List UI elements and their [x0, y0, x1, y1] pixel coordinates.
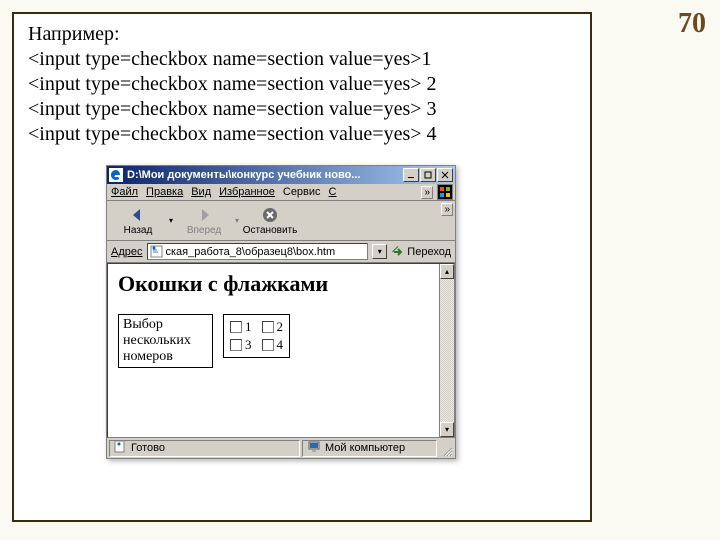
windows-flag-icon [437, 184, 453, 200]
checkbox-icon [262, 321, 274, 333]
window-title: D:\Мои документы\конкурс учебник ново... [127, 169, 403, 181]
code-line-1: <input type=checkbox name=section value=… [28, 47, 576, 72]
code-line-3: <input type=checkbox name=section value=… [28, 97, 576, 122]
menu-help[interactable]: С [329, 186, 337, 198]
checkbox-icon [230, 321, 242, 333]
scroll-down-button[interactable]: ▾ [440, 422, 454, 437]
code-line-2: <input type=checkbox name=section value=… [28, 72, 576, 97]
close-button[interactable] [437, 168, 453, 182]
menu-bar: Файл Правка Вид Избранное Сервис С » [107, 184, 455, 201]
checkbox-grid: 1 2 3 4 [223, 314, 290, 358]
minimize-button[interactable] [403, 168, 419, 182]
forward-label: Вперед [187, 225, 221, 236]
maximize-button[interactable] [420, 168, 436, 182]
titlebar[interactable]: D:\Мои документы\конкурс учебник ново... [107, 166, 455, 184]
go-arrow-icon [391, 245, 405, 259]
page-content: Окошки с флажками Выбор нескольких номер… [107, 263, 455, 438]
address-bar: Адрес ская_работа_8\образец8\box.htm ▾ П… [107, 241, 455, 263]
dropdown-arrow-icon[interactable]: ▾ [235, 216, 239, 225]
menu-edit[interactable]: Правка [146, 186, 183, 198]
scroll-up-button[interactable]: ▴ [440, 264, 454, 279]
form-label: Выбор нескольких номеров [118, 314, 213, 368]
checkbox-icon [262, 339, 274, 351]
page-icon [150, 245, 163, 258]
status-bar: Готово Мой компьютер [107, 438, 455, 458]
menu-view[interactable]: Вид [191, 186, 211, 198]
address-dropdown-button[interactable]: ▾ [372, 244, 387, 259]
vertical-scrollbar[interactable]: ▴ ▾ [439, 264, 454, 437]
menu-overflow-icon[interactable]: » [421, 186, 433, 199]
checkbox-4[interactable]: 4 [262, 337, 284, 353]
toolbar-overflow-icon[interactable]: » [441, 203, 453, 216]
dropdown-arrow-icon[interactable]: ▾ [169, 216, 173, 225]
slide-number: 70 [678, 8, 706, 40]
code-intro: Например: [28, 22, 576, 47]
browser-window: D:\Мои документы\конкурс учебник ново...… [106, 165, 456, 459]
status-ready-text: Готово [131, 442, 165, 454]
code-line-4: <input type=checkbox name=section value=… [28, 122, 576, 147]
stop-icon [260, 205, 280, 225]
slide-frame: Например: <input type=checkbox name=sect… [12, 12, 592, 522]
toolbar: Назад ▾ Вперед ▾ Остановить » [107, 201, 455, 241]
page-heading: Окошки с флажками [118, 272, 444, 296]
ie-icon [109, 168, 123, 182]
menu-favorites[interactable]: Избранное [219, 186, 275, 198]
checkbox-2[interactable]: 2 [262, 319, 284, 335]
status-ready-pane: Готово [109, 440, 300, 457]
code-example: Например: <input type=checkbox name=sect… [28, 22, 576, 147]
status-zone-text: Мой компьютер [325, 442, 405, 454]
address-input[interactable]: ская_работа_8\образец8\box.htm [147, 243, 369, 260]
stop-button[interactable]: Остановить [243, 205, 297, 236]
go-label: Переход [407, 246, 451, 258]
address-label: Адрес [111, 246, 143, 258]
menu-file[interactable]: Файл [111, 186, 138, 198]
checkbox-1[interactable]: 1 [230, 319, 252, 335]
scroll-track[interactable] [440, 279, 454, 422]
back-arrow-icon [128, 205, 148, 225]
menu-tools[interactable]: Сервис [283, 186, 321, 198]
address-value: ская_работа_8\образец8\box.htm [166, 246, 336, 258]
checkbox-icon [230, 339, 242, 351]
go-button[interactable]: Переход [391, 245, 451, 259]
status-zone-pane: Мой компьютер [302, 440, 437, 457]
resize-grip-icon[interactable] [439, 440, 453, 457]
back-label: Назад [124, 225, 153, 236]
computer-icon [307, 440, 321, 456]
stop-label: Остановить [243, 225, 298, 236]
forward-arrow-icon [194, 205, 214, 225]
checkbox-3[interactable]: 3 [230, 337, 252, 353]
forward-button[interactable]: Вперед [177, 205, 231, 236]
page-icon [114, 440, 127, 456]
back-button[interactable]: Назад [111, 205, 165, 236]
